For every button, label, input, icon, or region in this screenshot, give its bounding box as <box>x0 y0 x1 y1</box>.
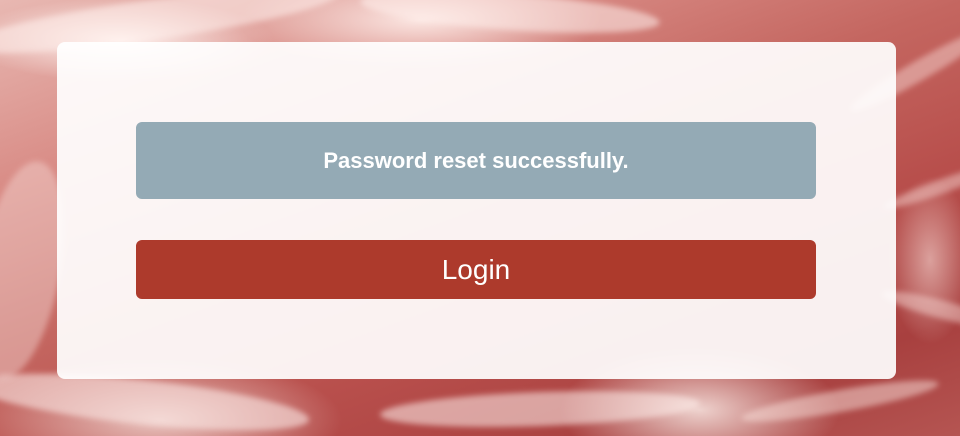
success-alert-message: Password reset successfully. <box>323 147 629 173</box>
login-button[interactable]: Login <box>136 240 816 299</box>
reset-confirmation-card: Password reset successfully. Login <box>57 42 896 379</box>
success-alert: Password reset successfully. <box>136 122 816 199</box>
login-button-label: Login <box>441 253 511 285</box>
